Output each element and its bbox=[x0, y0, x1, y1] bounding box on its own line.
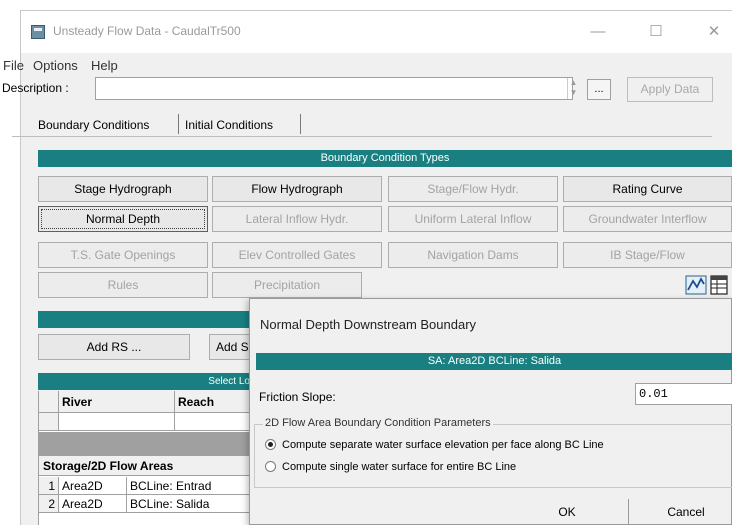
option-single-ws[interactable]: Compute single water surface for entire … bbox=[265, 461, 516, 473]
close-button[interactable]: ✕ bbox=[699, 19, 729, 45]
row-number: 2 bbox=[39, 495, 59, 513]
stage-flow-hydr-button[interactable]: Stage/Flow Hydr. bbox=[388, 176, 558, 202]
locations-header-bar bbox=[38, 311, 250, 328]
minimize-button[interactable]: — bbox=[583, 19, 613, 45]
row-number: 1 bbox=[39, 477, 59, 495]
row-area[interactable]: Area2D bbox=[59, 495, 127, 513]
dialog-title: Normal Depth Downstream Boundary bbox=[260, 317, 477, 332]
precipitation-button[interactable]: Precipitation bbox=[212, 272, 362, 298]
radio-unselected-icon[interactable] bbox=[265, 461, 276, 472]
button-separator bbox=[628, 499, 629, 525]
menu-file[interactable]: File bbox=[3, 58, 24, 73]
grid-gray-band bbox=[39, 432, 251, 456]
select-locations-header: Select Lo bbox=[38, 373, 250, 390]
description-input[interactable] bbox=[95, 77, 573, 100]
storage-2d-header: Storage/2D Flow Areas bbox=[39, 456, 251, 476]
tab-initial-conditions[interactable]: Initial Conditions bbox=[185, 116, 273, 134]
add-sa-button[interactable]: Add S bbox=[209, 334, 251, 360]
rating-curve-button[interactable]: Rating Curve bbox=[563, 176, 732, 202]
row-header bbox=[39, 413, 59, 431]
friction-slope-input[interactable]: 0.01 bbox=[635, 383, 732, 405]
tab-separator bbox=[178, 114, 179, 134]
app-icon bbox=[31, 25, 45, 39]
row-bcline[interactable]: BCLine: Salida bbox=[127, 495, 251, 513]
ok-button[interactable]: OK bbox=[532, 500, 602, 524]
stage-hydrograph-button[interactable]: Stage Hydrograph bbox=[38, 176, 208, 202]
description-label: Description : bbox=[2, 81, 69, 95]
maximize-button[interactable]: ☐ bbox=[641, 19, 671, 45]
navigation-dams-button[interactable]: Navigation Dams bbox=[388, 242, 558, 268]
option-separate-ws-label: Compute separate water surface elevation… bbox=[282, 439, 604, 451]
flow-hydrograph-button[interactable]: Flow Hydrograph bbox=[212, 176, 382, 202]
uniform-lateral-inflow-button[interactable]: Uniform Lateral Inflow bbox=[388, 206, 558, 232]
sa-bcline-header: SA: Area2D BCLine: Salida bbox=[256, 353, 732, 370]
option-single-ws-label: Compute single water surface for entire … bbox=[282, 461, 517, 473]
bc-parameters-group: 2D Flow Area Boundary Condition Paramete… bbox=[254, 417, 732, 488]
bc-types-header: Boundary Condition Types bbox=[38, 150, 732, 167]
menu-help[interactable]: Help bbox=[91, 58, 118, 73]
row-area[interactable]: Area2D bbox=[59, 477, 127, 495]
col-reach-header: Reach bbox=[175, 391, 251, 413]
grid-cell[interactable] bbox=[59, 413, 175, 431]
normal-depth-button[interactable]: Normal Depth bbox=[38, 206, 208, 232]
grid-corner bbox=[39, 391, 59, 413]
window-title: Unsteady Flow Data - CaudalTr500 bbox=[53, 24, 241, 38]
plot-icon[interactable] bbox=[685, 275, 707, 297]
menu-options[interactable]: Options bbox=[33, 58, 78, 73]
grid-cell[interactable] bbox=[175, 413, 251, 431]
col-river-header: River bbox=[59, 391, 175, 413]
elev-controlled-gates-button[interactable]: Elev Controlled Gates bbox=[212, 242, 382, 268]
normal-depth-dialog: Normal Depth Downstream Boundary SA: Are… bbox=[249, 298, 732, 525]
friction-slope-label: Friction Slope: bbox=[259, 390, 336, 404]
rules-button[interactable]: Rules bbox=[38, 272, 208, 298]
bc-parameters-legend: 2D Flow Area Boundary Condition Paramete… bbox=[263, 417, 493, 429]
option-separate-ws[interactable]: Compute separate water surface elevation… bbox=[265, 439, 604, 451]
radio-selected-icon[interactable] bbox=[265, 439, 276, 450]
add-rs-button[interactable]: Add RS ... bbox=[38, 334, 190, 360]
lateral-inflow-hydr-button[interactable]: Lateral Inflow Hydr. bbox=[212, 206, 382, 232]
cancel-button[interactable]: Cancel bbox=[646, 500, 726, 524]
description-spinner[interactable]: ▲ ▼ bbox=[567, 78, 579, 99]
groundwater-interflow-button[interactable]: Groundwater Interflow bbox=[563, 206, 732, 232]
tab-separator bbox=[300, 114, 301, 134]
tab-boundary-conditions[interactable]: Boundary Conditions bbox=[38, 116, 149, 134]
table-icon[interactable] bbox=[710, 275, 732, 297]
ts-gate-openings-button[interactable]: T.S. Gate Openings bbox=[38, 242, 208, 268]
tab-underline bbox=[12, 136, 712, 137]
title-bar: Unsteady Flow Data - CaudalTr500 — ☐ ✕ bbox=[21, 11, 732, 53]
ib-stage-flow-button[interactable]: IB Stage/Flow bbox=[563, 242, 732, 268]
description-browse-button[interactable]: ... bbox=[587, 79, 611, 100]
menu-bar: File Options Help bbox=[3, 55, 732, 77]
row-bcline[interactable]: BCLine: Entrad bbox=[127, 477, 251, 495]
locations-grid: River Reach Storage/2D Flow Areas 1 Area… bbox=[38, 391, 251, 525]
apply-data-button[interactable]: Apply Data bbox=[627, 77, 713, 102]
